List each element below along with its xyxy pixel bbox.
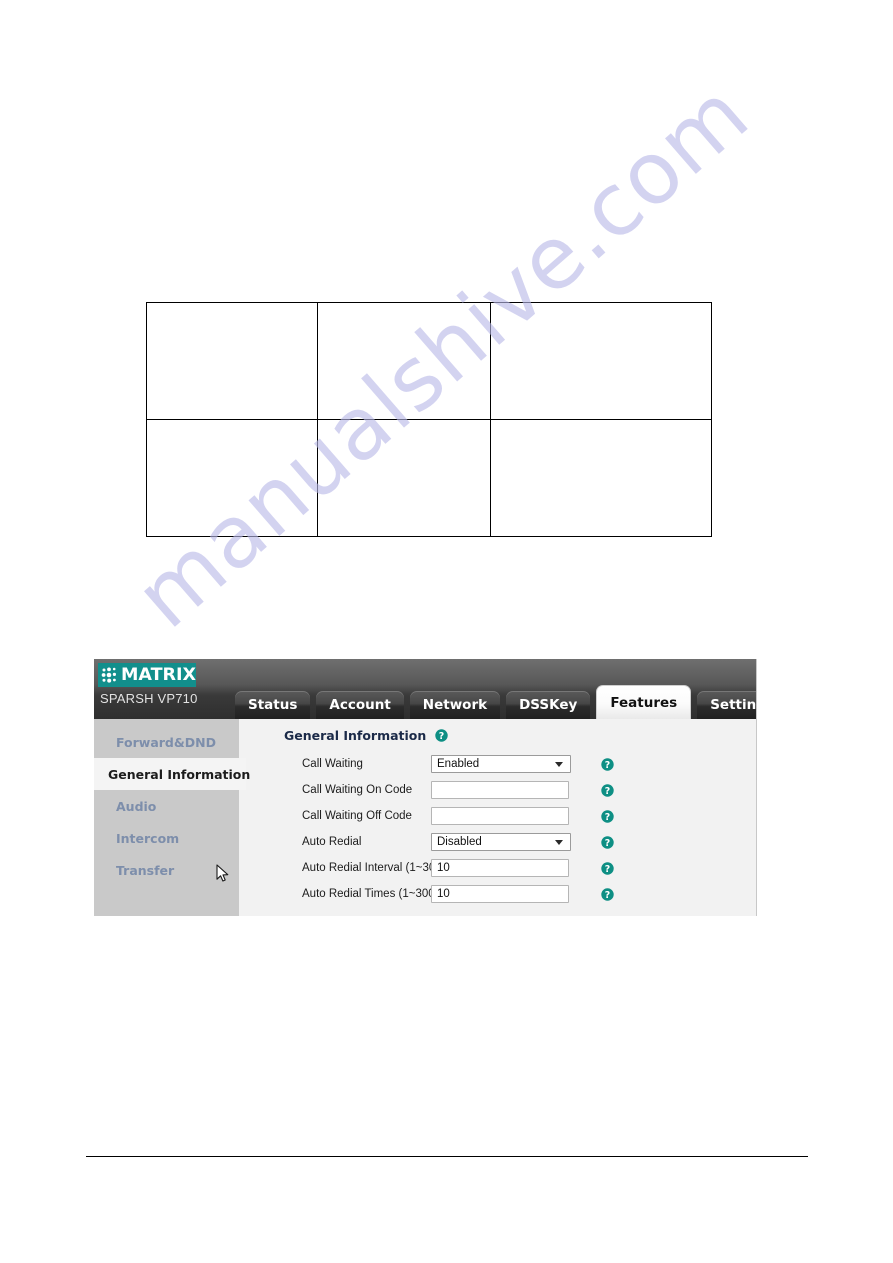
table-cell [317,419,491,537]
table-body [145,302,713,537]
footer-divider [86,1156,808,1157]
form-row-call-waiting-on-code: Call Waiting On Code ? [239,777,756,803]
auto-redial-times-input[interactable]: 10 [431,885,569,903]
tab-features[interactable]: Features [596,685,692,719]
section-title-text: General Information [284,728,427,743]
tab-status[interactable]: Status [235,691,311,719]
field-label: Auto Redial Interval (1~300s) [302,862,452,874]
svg-text:?: ? [605,863,610,874]
field-help: ? [601,783,614,797]
field-help: ? [601,887,614,901]
field-label: Call Waiting On Code [302,784,413,796]
section-header: General Information ? [239,728,756,743]
sidebar-item-transfer[interactable]: Transfer [94,854,239,886]
table-cell [489,419,713,537]
form-row-auto-redial-times: Auto Redial Times (1~300) 10 ? [239,881,756,907]
form-row-call-waiting-off-code: Call Waiting Off Code ? [239,803,756,829]
question-mark-icon[interactable]: ? [601,757,614,771]
table-cell [145,302,319,420]
webui-body: Forward&DND General Information Audio In… [94,719,756,916]
tab-dsskey[interactable]: DSSKey [506,691,591,719]
svg-text:?: ? [439,731,444,742]
table-row [145,419,713,537]
settings-content: General Information ? Call Waiting Enabl… [239,719,756,916]
main-tab-bar: Status Account Network DSSKey Features S… [235,685,756,719]
field-control: 10 [431,885,576,903]
call-waiting-select[interactable]: Enabled [431,755,571,773]
tab-settings[interactable]: Settings [697,691,756,719]
field-help: ? [601,757,614,771]
svg-text:?: ? [605,811,610,822]
field-label: Call Waiting [302,758,363,770]
field-label: Auto Redial Times (1~300) [302,888,439,900]
svg-text:?: ? [605,889,610,900]
chevron-down-icon [555,840,563,845]
field-help: ? [601,809,614,823]
sidebar-item-audio[interactable]: Audio [94,790,239,822]
question-mark-icon[interactable]: ? [601,783,614,797]
question-mark-icon[interactable]: ? [601,887,614,901]
document-table [145,302,713,537]
field-help: ? [601,861,614,875]
call-waiting-off-code-input[interactable] [431,807,569,825]
question-mark-icon[interactable]: ? [601,835,614,849]
auto-redial-select[interactable]: Disabled [431,833,571,851]
sidebar-item-forward-dnd[interactable]: Forward&DND [94,726,239,758]
brand-logo: MATRIX [98,663,196,687]
table-row [145,302,713,420]
table-cell [145,419,319,537]
webui-header: MATRIX SPARSH VP710 Status Account Netwo… [94,659,756,719]
svg-text:?: ? [605,837,610,848]
field-label: Call Waiting Off Code [302,810,412,822]
sidebar-nav: Forward&DND General Information Audio In… [94,719,250,916]
tab-network[interactable]: Network [409,691,501,719]
field-control [431,807,576,825]
table-cell [317,302,491,420]
sidebar-item-intercom[interactable]: Intercom [94,822,239,854]
dot-grid-icon [101,667,116,683]
phone-web-ui-screenshot: MATRIX SPARSH VP710 Status Account Netwo… [94,659,757,916]
form-row-auto-redial-interval: Auto Redial Interval (1~300s) 10 ? [239,855,756,881]
field-label: Auto Redial [302,836,362,848]
field-control: Disabled [431,833,576,851]
field-control: 10 [431,859,576,877]
question-mark-icon[interactable]: ? [601,861,614,875]
auto-redial-interval-input[interactable]: 10 [431,859,569,877]
field-control: Enabled [431,755,576,773]
document-page: manualshive.com MATRIX SPARSH VP710 Stat… [0,0,893,1263]
field-control [431,781,576,799]
call-waiting-on-code-input[interactable] [431,781,569,799]
svg-text:?: ? [605,785,610,796]
table-cell [489,302,713,420]
question-mark-icon[interactable]: ? [601,809,614,823]
sidebar-item-general-information[interactable]: General Information [94,758,250,790]
brand-name: MATRIX [121,664,197,685]
svg-text:?: ? [605,759,610,770]
question-mark-icon[interactable]: ? [435,729,449,742]
chevron-down-icon [555,762,563,767]
field-help: ? [601,835,614,849]
tab-account[interactable]: Account [316,691,404,719]
form-row-call-waiting: Call Waiting Enabled ? [239,751,756,777]
form-row-auto-redial: Auto Redial Disabled ? [239,829,756,855]
